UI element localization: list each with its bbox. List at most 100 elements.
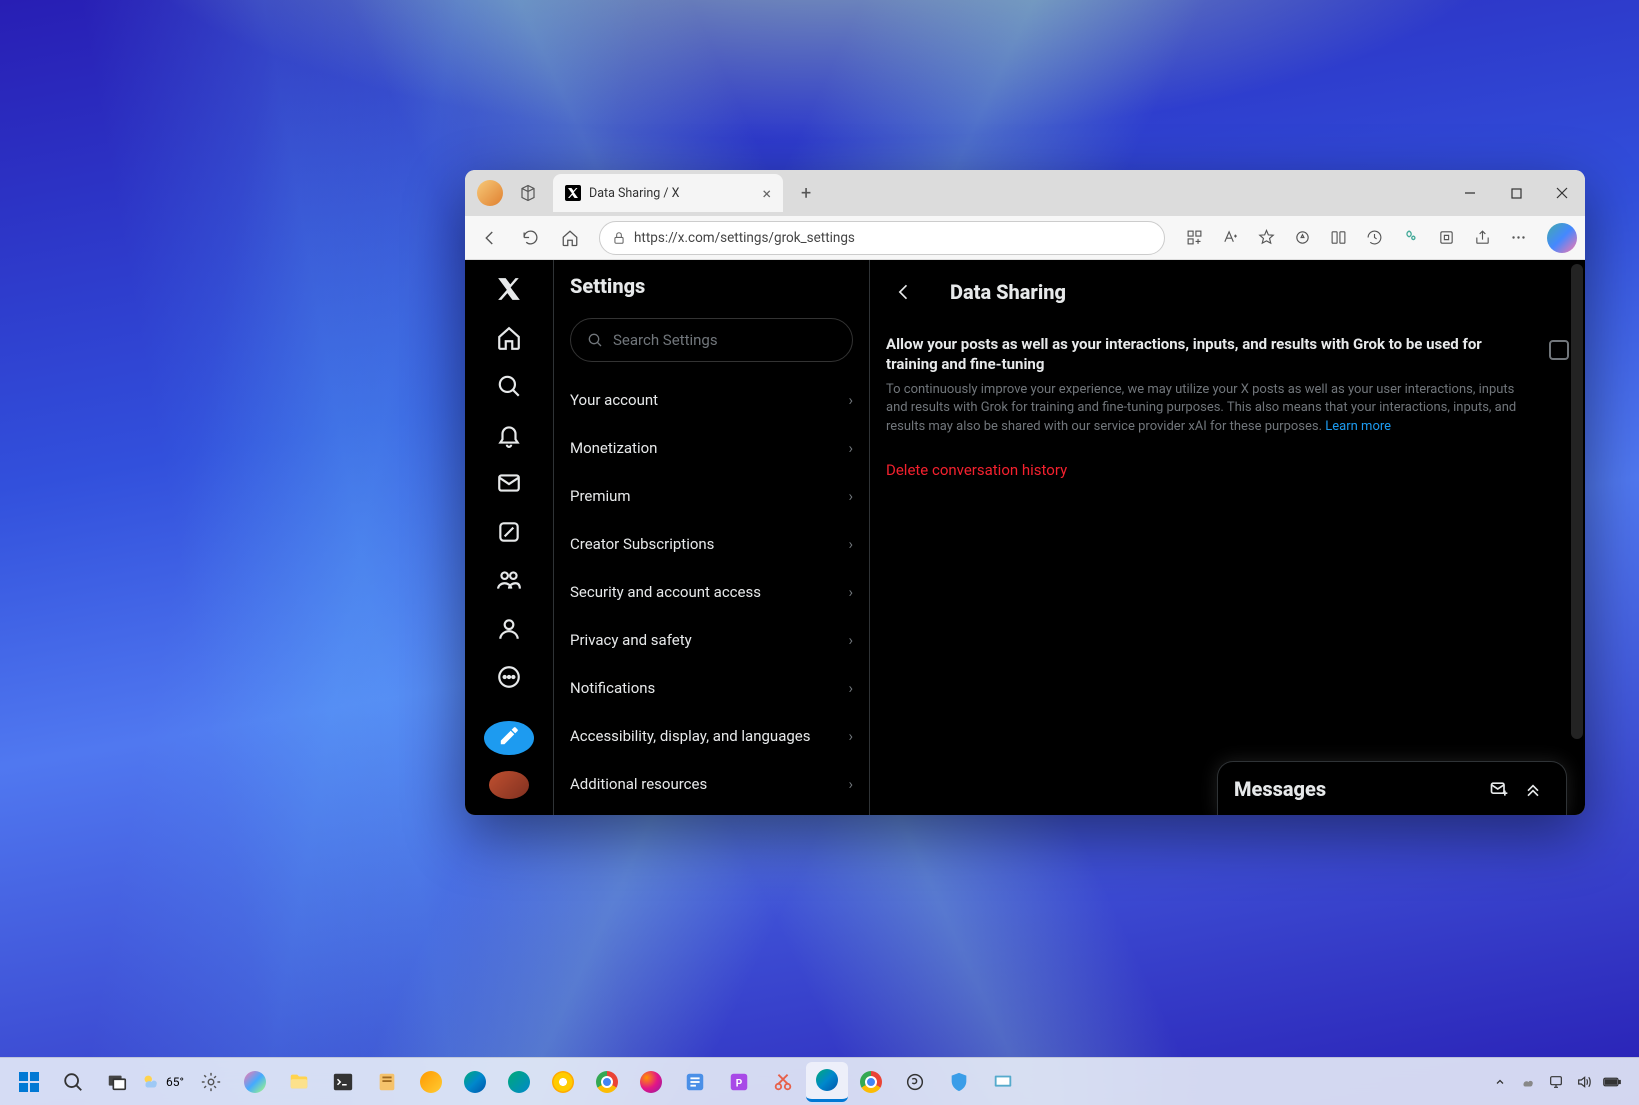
taskbar-app-firefox[interactable] [630,1062,672,1102]
browser-window: Data Sharing / X × + https://x.com/setti… [465,170,1585,815]
toolbar-icon-1[interactable] [1285,221,1319,255]
nav-messages-icon[interactable] [487,468,531,499]
nav-notifications-icon[interactable] [487,420,531,451]
detail-back-button[interactable] [886,274,922,310]
taskbar-app-edge-canary[interactable] [410,1062,452,1102]
address-bar[interactable]: https://x.com/settings/grok_settings [599,221,1165,255]
lock-icon [612,231,626,245]
taskbar-app-chrome-2[interactable] [850,1062,892,1102]
history-icon[interactable] [1357,221,1391,255]
page-scrollbar[interactable] [1571,264,1583,739]
learn-more-link[interactable]: Learn more [1325,419,1391,434]
taskbar-app-edge-dev[interactable] [498,1062,540,1102]
nav-back-button[interactable] [473,221,507,255]
browser-essentials-icon[interactable] [1429,221,1463,255]
workspaces-button[interactable] [511,176,545,210]
chevron-right-icon: › [848,583,853,601]
settings-item-your-account[interactable]: Your account› [554,376,869,424]
settings-item-additional[interactable]: Additional resources› [554,760,869,808]
taskbar-app-terminal[interactable] [322,1062,364,1102]
chevron-right-icon: › [848,727,853,745]
maximize-button[interactable] [1493,170,1539,216]
delete-history-button[interactable]: Delete conversation history [886,447,1569,493]
nav-home-button[interactable] [553,221,587,255]
taskbar-weather[interactable]: 65° [140,1071,184,1093]
expand-messages-icon[interactable] [1516,772,1550,806]
profile-avatar-button[interactable] [473,176,507,210]
taskbar-app-chrome-canary[interactable] [542,1062,584,1102]
nav-explore-icon[interactable] [487,371,531,402]
taskbar-search-button[interactable] [52,1062,94,1102]
setting-heading: Allow your posts as well as your interac… [886,334,1535,375]
new-tab-button[interactable]: + [793,179,819,208]
share-icon[interactable] [1465,221,1499,255]
search-icon [587,332,603,348]
x-side-nav [465,260,553,815]
favorites-icon[interactable] [1249,221,1283,255]
window-controls [1447,170,1585,216]
taskbar-app-4[interactable] [366,1062,408,1102]
nav-grok-icon[interactable] [487,517,531,548]
tray-onedrive-icon[interactable] [1519,1073,1537,1091]
taskbar-app-8[interactable] [894,1062,936,1102]
svg-text:P: P [736,1078,743,1089]
chevron-right-icon: › [848,631,853,649]
chevron-right-icon: › [848,535,853,553]
start-button[interactable] [8,1062,50,1102]
split-screen-icon[interactable] [1321,221,1355,255]
taskbar-app-edge-active[interactable] [806,1062,848,1102]
settings-search-field[interactable] [613,331,836,349]
close-window-button[interactable] [1539,170,1585,216]
x-logo-icon[interactable] [487,274,531,305]
task-view-button[interactable] [96,1062,138,1102]
taskbar-app-settings[interactable] [190,1062,232,1102]
browser-toolbar: https://x.com/settings/grok_settings [465,216,1585,260]
tab-close-button[interactable]: × [762,184,771,203]
nav-more-icon[interactable] [487,662,531,693]
settings-item-privacy[interactable]: Privacy and safety› [554,616,869,664]
collections-icon[interactable] [1393,221,1427,255]
nav-communities-icon[interactable] [487,565,531,596]
tray-battery-icon[interactable] [1603,1073,1621,1091]
tray-app-icon[interactable] [1547,1073,1565,1091]
extensions-icon[interactable] [1177,221,1211,255]
chevron-right-icon: › [848,775,853,793]
taskbar-app-edge[interactable] [454,1062,496,1102]
new-message-icon[interactable] [1482,772,1516,806]
settings-item-security[interactable]: Security and account access› [554,568,869,616]
taskbar-app-snip[interactable] [762,1062,804,1102]
taskbar-app-chrome[interactable] [586,1062,628,1102]
x-favicon-icon [565,185,581,201]
minimize-button[interactable] [1447,170,1493,216]
nav-refresh-button[interactable] [513,221,547,255]
account-avatar[interactable] [489,771,529,799]
more-menu-button[interactable] [1501,221,1535,255]
taskbar-app-9[interactable] [982,1062,1024,1102]
taskbar-app-6[interactable]: P [718,1062,760,1102]
read-aloud-icon[interactable] [1213,221,1247,255]
copilot-button[interactable] [1547,223,1577,253]
page-content: Settings Your account› Monetization› Pre… [465,260,1585,815]
settings-detail-panel: Data Sharing Allow your posts as well as… [870,260,1585,815]
settings-item-premium[interactable]: Premium› [554,472,869,520]
taskbar-app-security[interactable] [938,1062,980,1102]
settings-item-creator-subscriptions[interactable]: Creator Subscriptions› [554,520,869,568]
nav-home-icon[interactable] [487,323,531,354]
system-tray [1491,1073,1631,1091]
settings-nav-panel: Settings Your account› Monetization› Pre… [553,260,870,815]
nav-profile-icon[interactable] [487,614,531,645]
settings-item-monetization[interactable]: Monetization› [554,424,869,472]
taskbar-app-copilot[interactable] [234,1062,276,1102]
taskbar-app-explorer[interactable] [278,1062,320,1102]
compose-post-button[interactable] [484,721,534,756]
detail-title: Data Sharing [950,280,1066,304]
settings-search-input[interactable] [570,318,853,362]
settings-item-accessibility[interactable]: Accessibility, display, and languages› [554,712,869,760]
taskbar-app-5[interactable] [674,1062,716,1102]
browser-tab-active[interactable]: Data Sharing / X × [553,174,783,212]
tray-chevron-icon[interactable] [1491,1073,1509,1091]
grok-training-checkbox[interactable] [1549,340,1569,360]
settings-item-notifications[interactable]: Notifications› [554,664,869,712]
tray-volume-icon[interactable] [1575,1073,1593,1091]
messages-dock[interactable]: Messages [1217,761,1567,815]
